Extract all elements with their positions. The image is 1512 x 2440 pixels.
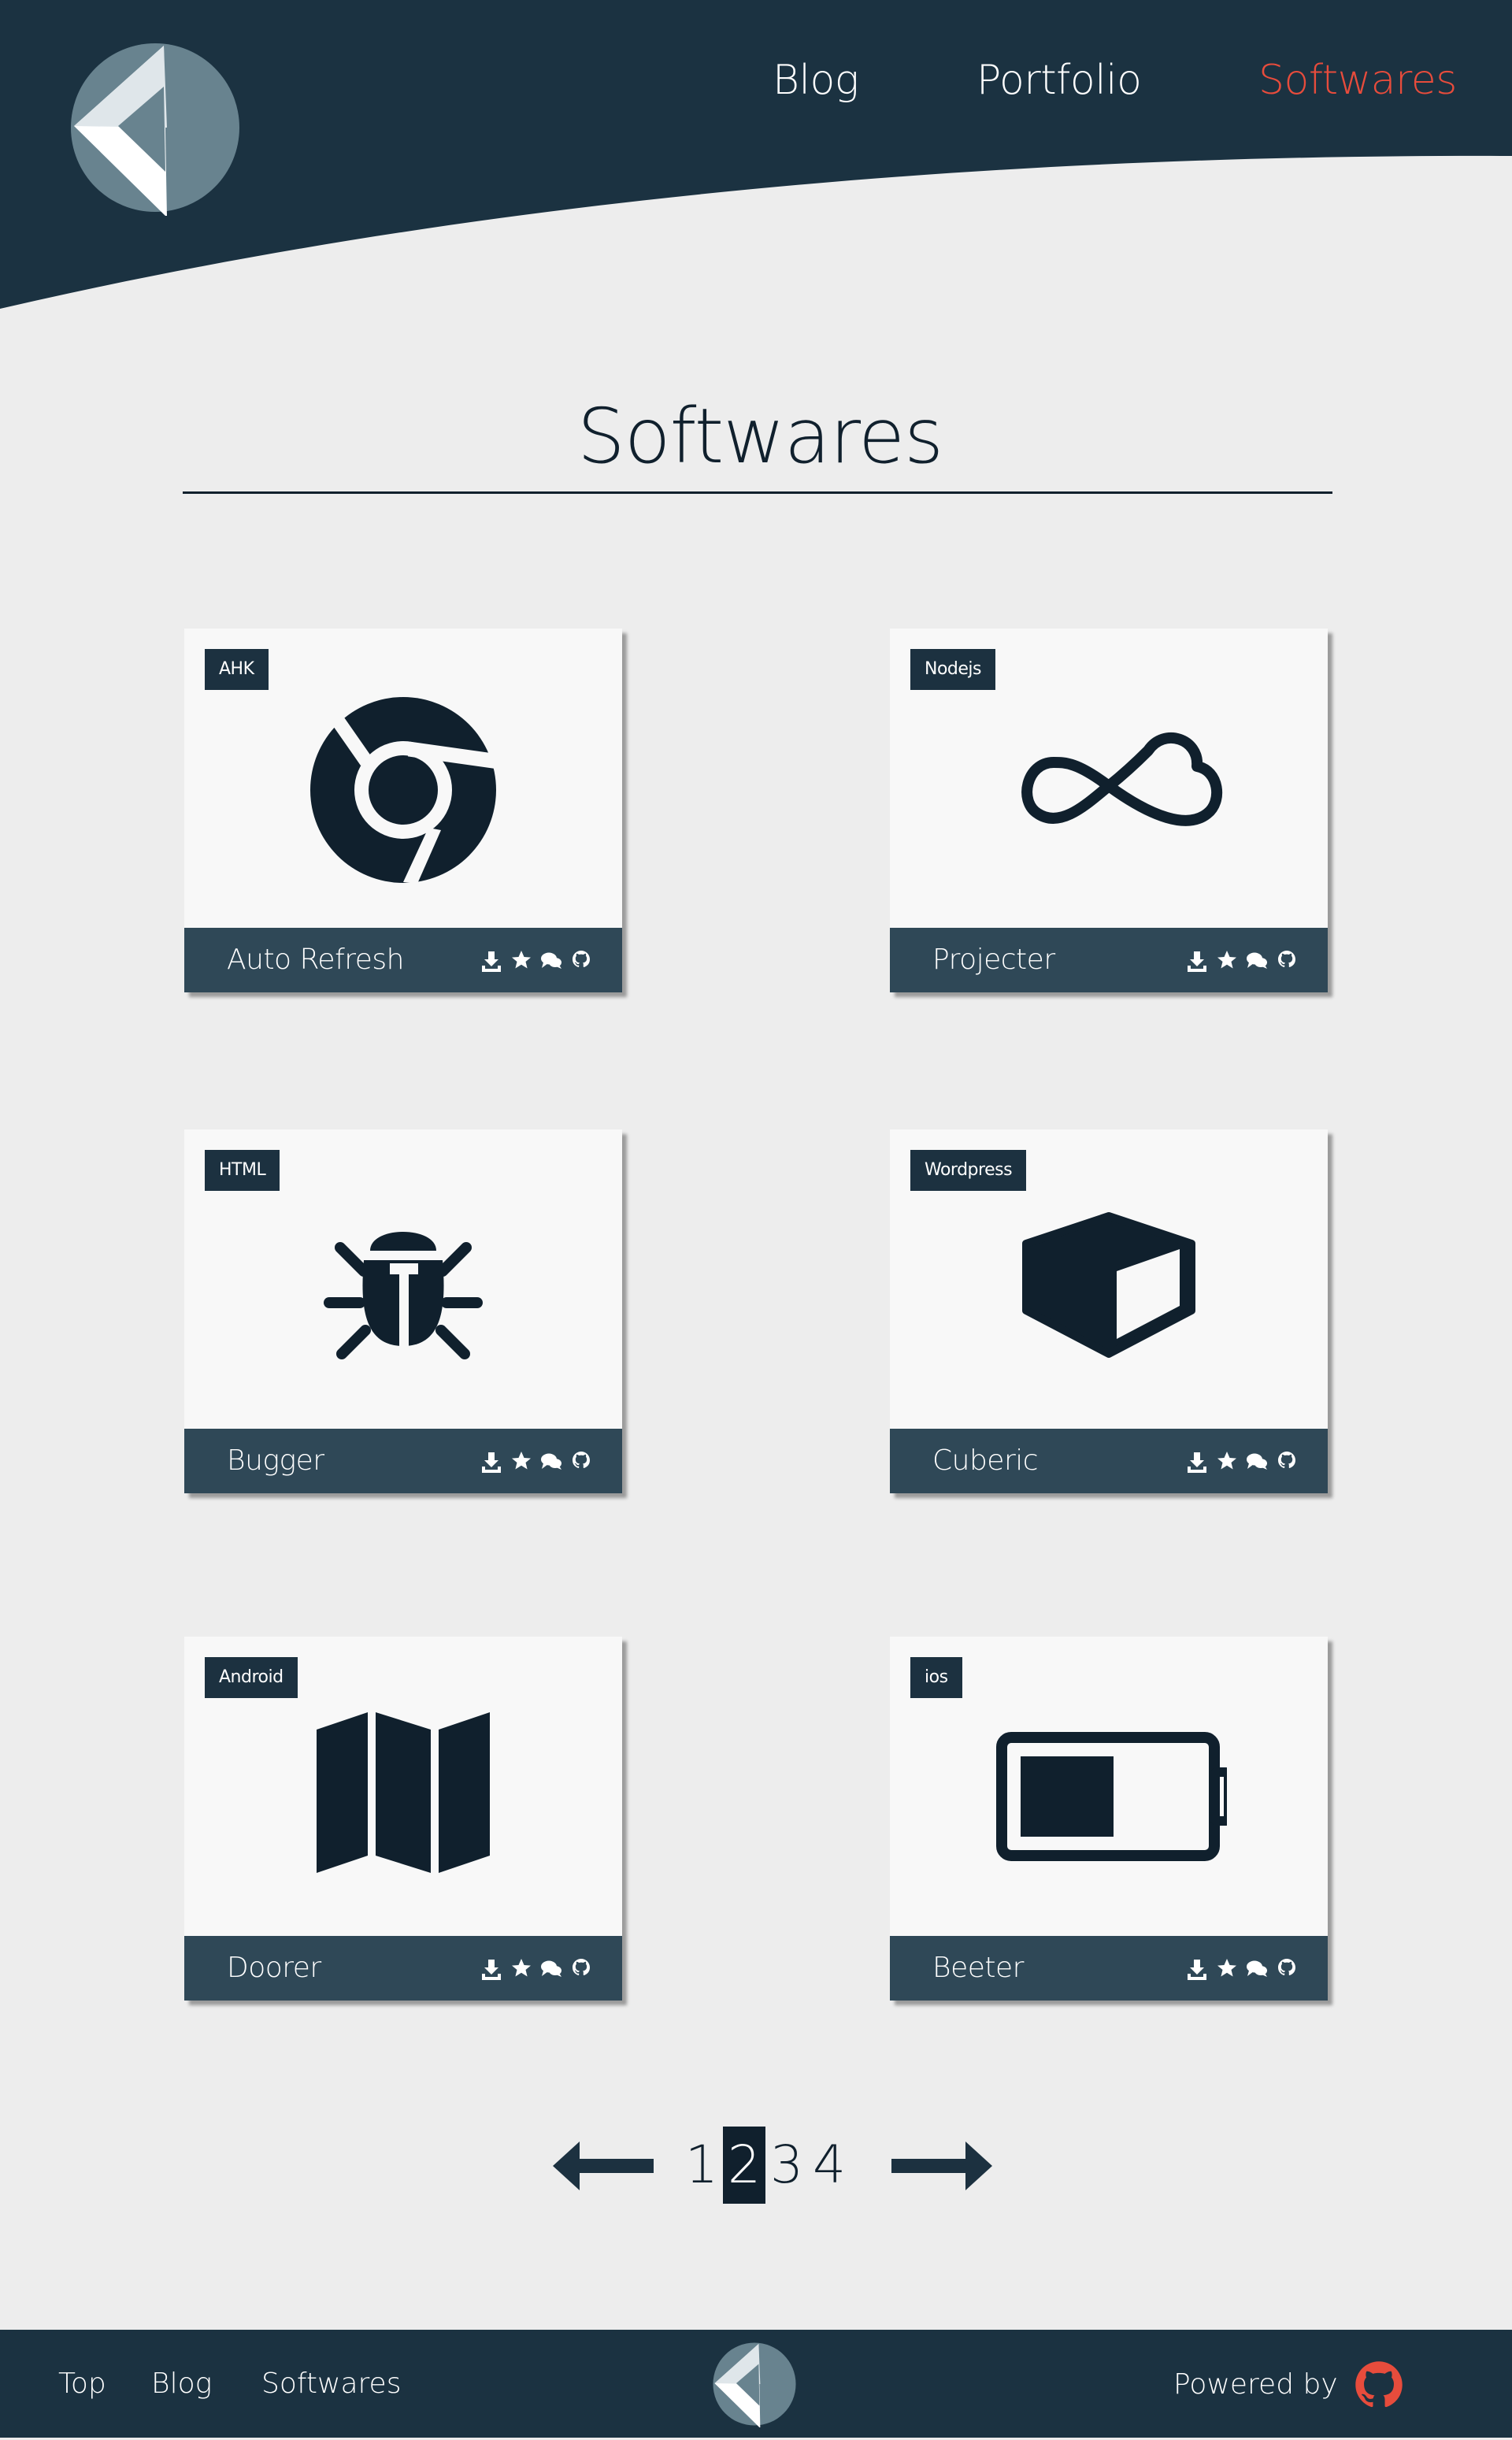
battery-icon: [996, 1732, 1227, 1861]
chrome-icon: [310, 697, 496, 884]
site-footer: Top Blog Softwares Powered by: [0, 2330, 1512, 2438]
star-icon[interactable]: [510, 1955, 532, 1982]
download-icon[interactable]: [1186, 947, 1208, 973]
card-footer: Beeter: [890, 1936, 1328, 2001]
bug-icon: [324, 1232, 483, 1359]
card-title[interactable]: Doorer: [227, 1936, 321, 2001]
card-footer: Auto Refresh: [184, 928, 622, 992]
software-card-auto-refresh[interactable]: AHK Auto Refresh: [184, 629, 622, 992]
github-icon[interactable]: [570, 1448, 592, 1474]
github-icon[interactable]: [1276, 1955, 1298, 1982]
star-icon[interactable]: [1216, 947, 1238, 973]
card-footer: Bugger: [184, 1429, 622, 1493]
card-tag: ios: [910, 1657, 962, 1698]
footer-link-top[interactable]: Top: [58, 2330, 106, 2438]
star-icon[interactable]: [1216, 1955, 1238, 1982]
card-tag: Nodejs: [910, 649, 995, 690]
card-actions: [1186, 1955, 1298, 1982]
card-title[interactable]: Auto Refresh: [227, 928, 404, 992]
footer-logo[interactable]: [713, 2341, 796, 2427]
github-icon[interactable]: [1276, 1448, 1298, 1474]
software-card-bugger[interactable]: HTML Bugger: [184, 1129, 622, 1493]
comments-icon[interactable]: [1246, 1448, 1268, 1474]
card-footer: Doorer: [184, 1936, 622, 2001]
star-icon[interactable]: [510, 947, 532, 973]
software-card-beeter[interactable]: ios Beeter: [890, 1637, 1328, 2001]
card-footer: Projecter: [890, 928, 1328, 992]
page-title: Softwares: [576, 392, 943, 480]
card-actions: [480, 1448, 592, 1474]
footer-link-softwares[interactable]: Softwares: [261, 2330, 401, 2438]
github-icon[interactable]: [570, 947, 592, 973]
footer-link-blog[interactable]: Blog: [151, 2330, 212, 2438]
star-icon[interactable]: [510, 1448, 532, 1474]
download-icon[interactable]: [480, 1955, 502, 1982]
arrow-right-icon[interactable]: [888, 2138, 995, 2193]
download-icon[interactable]: [1186, 1448, 1208, 1474]
card-actions: [1186, 1448, 1298, 1474]
powered-by-label: Powered by: [1173, 2368, 1338, 2401]
page-link-2-current[interactable]: 2: [723, 2127, 765, 2204]
software-card-doorer[interactable]: Android Doorer: [184, 1637, 622, 2001]
comments-icon[interactable]: [540, 947, 562, 973]
card-tag: HTML: [205, 1150, 280, 1191]
main-nav: Blog Portfolio Softwares: [0, 57, 1512, 120]
cube-icon: [1022, 1212, 1195, 1358]
card-title[interactable]: Beeter: [932, 1936, 1024, 2001]
arrow-left-icon[interactable]: [550, 2138, 657, 2193]
comments-icon[interactable]: [540, 1448, 562, 1474]
page-link-3[interactable]: 3: [765, 2127, 808, 2204]
download-icon[interactable]: [480, 947, 502, 973]
comments-icon[interactable]: [540, 1955, 562, 1982]
github-icon[interactable]: [570, 1955, 592, 1982]
comments-icon[interactable]: [1246, 1955, 1268, 1982]
card-footer: Cuberic: [890, 1429, 1328, 1493]
cloud-infinity-icon: [1021, 732, 1223, 826]
title-divider: [183, 491, 1332, 494]
card-title[interactable]: Cuberic: [932, 1429, 1039, 1493]
card-actions: [480, 947, 592, 973]
page-link-4[interactable]: 4: [808, 2127, 850, 2204]
card-tag: AHK: [205, 649, 269, 690]
nav-link-blog[interactable]: Blog: [773, 57, 859, 104]
map-icon: [317, 1712, 490, 1873]
github-icon[interactable]: [1276, 947, 1298, 973]
card-title[interactable]: Projecter: [932, 928, 1055, 992]
card-title[interactable]: Bugger: [227, 1429, 324, 1493]
software-card-projecter[interactable]: Nodejs Projecter: [890, 629, 1328, 992]
download-icon[interactable]: [1186, 1955, 1208, 1982]
star-icon[interactable]: [1216, 1448, 1238, 1474]
card-actions: [1186, 947, 1298, 973]
comments-icon[interactable]: [1246, 947, 1268, 973]
page-link-1[interactable]: 1: [680, 2127, 723, 2204]
nav-link-softwares[interactable]: Softwares: [1258, 57, 1457, 104]
github-logo-icon[interactable]: [1353, 2360, 1405, 2410]
pagination: 1 2 3 4: [0, 2119, 1512, 2205]
card-tag: Android: [205, 1657, 298, 1698]
nav-link-portfolio[interactable]: Portfolio: [976, 57, 1142, 104]
card-actions: [480, 1955, 592, 1982]
software-card-cuberic[interactable]: Wordpress Cuberic: [890, 1129, 1328, 1493]
download-icon[interactable]: [480, 1448, 502, 1474]
